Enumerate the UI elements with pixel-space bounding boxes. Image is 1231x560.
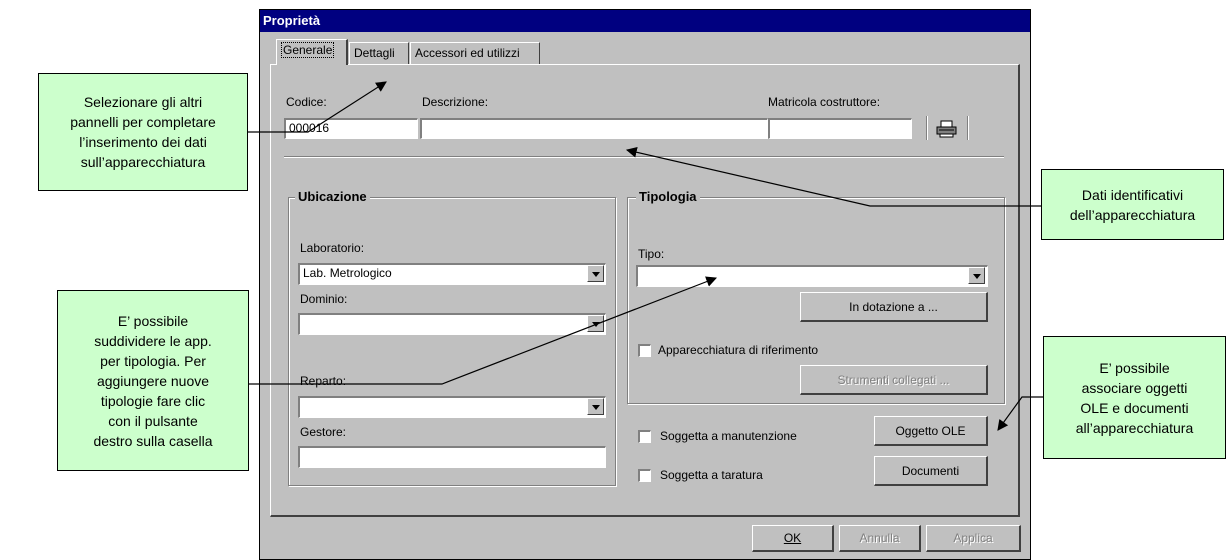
callout-text-line: con il pulsante <box>108 412 198 429</box>
dropdown-arrow-icon[interactable] <box>587 265 604 282</box>
riferimento-checkbox[interactable] <box>638 344 651 357</box>
codice-field[interactable]: 000016 <box>284 118 418 139</box>
annulla-button[interactable]: Annulla <box>839 525 921 552</box>
ok-button[interactable]: OK <box>752 525 834 552</box>
tab-generale-label: Generale <box>281 42 335 58</box>
tipo-label: Tipo: <box>638 247 665 261</box>
applica-button[interactable]: Applica <box>926 525 1021 552</box>
callout-text-line: Selezionare gli altri <box>83 94 203 110</box>
riferimento-label: Apparecchiatura di riferimento <box>658 343 819 357</box>
codice-label: Codice: <box>286 95 327 109</box>
dominio-select[interactable] <box>298 313 606 335</box>
manutenzione-label: Soggetta a manutenzione <box>660 429 797 443</box>
callout-text-line: all’apparecchiatura <box>1075 419 1194 436</box>
matricola-field[interactable] <box>768 118 912 139</box>
dialog-title: Proprietà <box>263 13 321 28</box>
strumenti-collegati-button[interactable]: Strumenti collegati ... <box>800 365 988 395</box>
callout-text-line: destro sulla casella <box>93 432 213 449</box>
tab-dettagli[interactable]: Dettagli <box>349 42 409 64</box>
gestore-label: Gestore: <box>300 425 347 439</box>
reparto-select[interactable] <box>298 396 606 418</box>
tab-dettagli-label: Dettagli <box>354 46 395 60</box>
callout-text-line: associare oggetti <box>1081 379 1188 396</box>
callout-text-line: E’ possibile <box>117 312 189 329</box>
gestore-field[interactable] <box>298 446 606 468</box>
toolbar-separator <box>967 116 969 140</box>
descrizione-field[interactable] <box>420 118 768 139</box>
tab-accessori[interactable]: Accessori ed utilizzi <box>410 42 540 64</box>
tab-generale[interactable]: Generale <box>276 39 348 65</box>
callout-tipologia: E’ possibile suddividere le app. per tip… <box>57 290 249 471</box>
laboratorio-value: Lab. Metrologico <box>303 266 392 280</box>
matricola-label: Matricola costruttore: <box>768 95 881 109</box>
toolbar-separator <box>926 116 928 140</box>
callout-identificativi: Dati identificativi dell’apparecchiatura <box>1041 169 1224 240</box>
print-button[interactable] <box>935 119 959 139</box>
tab-accessori-label: Accessori ed utilizzi <box>415 46 520 60</box>
manutenzione-checkbox[interactable] <box>638 430 651 443</box>
callout-text-line: tipologie fare clic <box>100 392 206 409</box>
callout-text-line: OLE e documenti <box>1080 399 1189 416</box>
printer-icon <box>936 120 957 138</box>
tipo-select[interactable] <box>636 265 988 287</box>
taratura-label: Soggetta a taratura <box>660 468 763 482</box>
dominio-label: Dominio: <box>300 292 348 306</box>
callout-ole: E’ possibile associare oggetti OLE e doc… <box>1043 336 1226 459</box>
header-separator <box>284 156 1004 158</box>
callout-tabs: Selezionare gli altri pannelli per compl… <box>38 73 248 191</box>
reparto-label: Reparto: <box>300 374 347 388</box>
callout-text-line: dell’apparecchiatura <box>1069 206 1196 223</box>
callout-text-line: pannelli per completare <box>70 114 216 130</box>
dropdown-arrow-icon[interactable] <box>968 267 985 284</box>
callout-text-line: sull’apparecchiatura <box>80 154 206 170</box>
callout-text-line: suddividere le app. <box>94 332 212 349</box>
callout-text-line: E’ possibile <box>1099 359 1170 376</box>
dropdown-arrow-icon[interactable] <box>587 398 604 415</box>
callout-text-line: aggiungere nuove <box>96 372 210 389</box>
laboratorio-select[interactable]: Lab. Metrologico <box>298 263 606 285</box>
descrizione-label: Descrizione: <box>422 95 489 109</box>
taratura-checkbox[interactable] <box>638 469 651 482</box>
callout-text-line: l’inserimento dei dati <box>79 134 207 150</box>
callout-text-line: Dati identificativi <box>1081 186 1184 203</box>
callout-text-line: per tipologia. Per <box>100 352 206 369</box>
oggetto-ole-button[interactable]: Oggetto OLE <box>874 416 988 446</box>
title-bar: Proprietà <box>260 10 1030 32</box>
dropdown-arrow-icon[interactable] <box>587 315 604 332</box>
tipologia-legend: Tipologia <box>636 189 700 204</box>
ubicazione-legend: Ubicazione <box>295 189 370 204</box>
documenti-button[interactable]: Documenti <box>874 456 988 486</box>
laboratorio-label: Laboratorio: <box>300 241 365 255</box>
in-dotazione-button[interactable]: In dotazione a ... <box>800 292 988 322</box>
